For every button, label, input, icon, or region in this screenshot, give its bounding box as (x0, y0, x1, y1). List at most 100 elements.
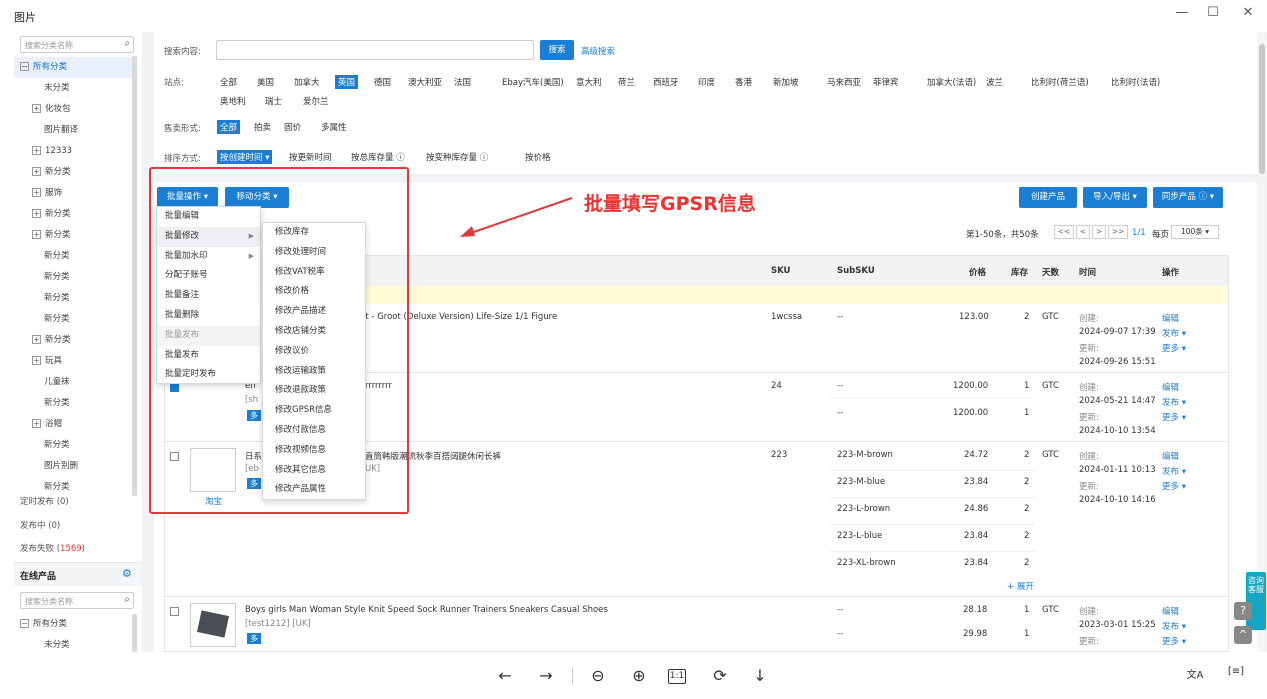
format-option[interactable]: 拍卖 (254, 121, 271, 133)
tree-toggle-icon[interactable]: + (32, 419, 41, 428)
arrow-left-icon[interactable]: ← (494, 666, 516, 685)
import-export-button[interactable]: 导入/导出 ▾ (1083, 187, 1147, 208)
more-dropdown[interactable]: 更多 ▾ (1162, 635, 1186, 647)
product-thumbnail[interactable] (190, 603, 236, 647)
site-option[interactable]: 奥地利 (220, 95, 246, 107)
ocr-icon[interactable]: [≡] (1225, 666, 1247, 677)
category-tree-item[interactable]: + 玩具 (14, 351, 134, 372)
tree-toggle-icon[interactable]: + (32, 230, 41, 239)
category-tree-item[interactable]: 新分类 (14, 435, 134, 456)
tree-toggle-icon[interactable]: + (32, 104, 41, 113)
category-tree-item[interactable]: − 所有分类 (14, 57, 134, 78)
category-tree-item[interactable]: 图片翻译 (14, 120, 134, 141)
edit-link[interactable]: 编辑 (1162, 381, 1179, 393)
scheduled-publish-count[interactable]: 定时发布 (0) (20, 495, 69, 507)
sort-option[interactable]: 按更新时间 (289, 151, 332, 163)
sort-option[interactable]: 按价格 (525, 151, 551, 163)
site-option[interactable]: 印度 (698, 76, 715, 88)
category-tree-item[interactable]: + 浴帽 (14, 414, 134, 435)
category-tree-item[interactable]: − 所有分类 (14, 614, 134, 635)
row-checkbox[interactable] (170, 607, 179, 616)
site-option[interactable]: 法国 (454, 76, 471, 88)
format-option[interactable]: 全部 (217, 120, 241, 134)
site-option[interactable]: 意大利 (576, 76, 602, 88)
category-tree-item[interactable]: + 服饰 (14, 183, 134, 204)
expand-variants-link[interactable]: + 展开 (1007, 580, 1034, 592)
category-search-input[interactable]: 搜索分类名称 ⌕ (20, 36, 134, 53)
gear-icon[interactable]: ⚙ (122, 567, 132, 580)
tree-toggle-icon[interactable]: + (32, 356, 41, 365)
category-tree-item[interactable]: 未分类 (14, 635, 134, 652)
site-option[interactable]: 马来西亚 (827, 76, 861, 88)
sort-option[interactable]: 按变种库存量 ⓘ (426, 151, 488, 163)
category-tree-item[interactable]: 新分类 (14, 246, 134, 267)
search-content-input[interactable] (216, 40, 534, 60)
category-tree-item[interactable]: 未分类 (14, 78, 134, 99)
site-option[interactable]: 瑞士 (265, 95, 282, 107)
format-option[interactable]: 多属性 (321, 121, 347, 133)
site-option[interactable]: 菲律宾 (873, 76, 899, 88)
category-tree-item[interactable]: 新分类 (14, 288, 134, 309)
next-page-button[interactable]: > (1092, 225, 1106, 239)
edit-link[interactable]: 编辑 (1162, 312, 1179, 324)
advanced-search-link[interactable]: 高级搜索 (581, 45, 615, 57)
category-tree-item[interactable]: + 新分类 (14, 330, 134, 351)
tree-toggle-icon[interactable]: − (20, 619, 29, 628)
consult-service-widget[interactable]: 咨询客服 (1246, 572, 1266, 630)
site-option[interactable]: 全部 (220, 76, 237, 88)
category-tree-item[interactable]: 新分类 (14, 393, 134, 414)
zoom-in-icon[interactable]: ⊕ (628, 666, 650, 685)
site-option[interactable]: 香港 (735, 76, 752, 88)
sort-option[interactable]: 按总库存量 ⓘ (351, 151, 405, 163)
prev-page-button[interactable]: < (1076, 225, 1090, 239)
category-tree-item[interactable]: + 新分类 (14, 204, 134, 225)
publish-dropdown[interactable]: 发布 ▾ (1162, 620, 1186, 632)
site-option[interactable]: 加拿大(法语) (927, 76, 976, 88)
site-option[interactable]: 美国 (257, 76, 274, 88)
site-option[interactable]: 西班牙 (653, 76, 679, 88)
site-option[interactable]: 比利时(法语) (1111, 76, 1160, 88)
sidebar-scrollbar[interactable] (132, 56, 137, 496)
sync-products-button[interactable]: 同步产品 ⓘ ▾ (1153, 187, 1223, 208)
per-page-select[interactable]: 100条 ▾ (1171, 225, 1219, 239)
publish-dropdown[interactable]: 发布 ▾ (1162, 327, 1186, 339)
search-icon[interactable]: ⌕ (124, 594, 130, 605)
site-option[interactable]: 比利时(荷兰语) (1031, 76, 1089, 88)
online-sidebar-scrollbar[interactable] (132, 614, 137, 652)
scrollbar-thumb[interactable] (1259, 44, 1265, 174)
sort-by-created[interactable]: 按创建时间 ▾ (217, 150, 273, 164)
publish-dropdown[interactable]: 发布 ▾ (1162, 465, 1186, 477)
site-option[interactable]: Ebay汽车(美国) (502, 76, 564, 88)
site-option[interactable]: 德国 (374, 76, 391, 88)
site-option[interactable]: 澳大利亚 (408, 76, 442, 88)
category-tree-item[interactable]: +12333 (14, 141, 134, 162)
publishing-count[interactable]: 发布中 (0) (20, 519, 60, 531)
category-tree-item[interactable]: + 新分类 (14, 162, 134, 183)
more-dropdown[interactable]: 更多 ▾ (1162, 480, 1186, 492)
back-to-top-icon[interactable]: ^ (1234, 626, 1252, 644)
category-tree-item[interactable]: 图片别删 (14, 456, 134, 477)
search-icon[interactable]: ⌕ (124, 38, 130, 49)
minimize-button[interactable]: — (1172, 5, 1192, 20)
main-scrollbar[interactable] (1257, 32, 1267, 652)
more-dropdown[interactable]: 更多 ▾ (1162, 342, 1186, 354)
format-option[interactable]: 固价 (284, 121, 301, 133)
last-page-button[interactable]: >> (1108, 225, 1128, 239)
search-button[interactable]: 搜索 (540, 40, 574, 60)
publish-failed-count[interactable]: 发布失败 (1569) (20, 542, 85, 554)
rotate-icon[interactable]: ⟳ (709, 666, 731, 685)
tree-toggle-icon[interactable]: + (32, 167, 41, 176)
category-tree-item[interactable]: 儿童袜 (14, 372, 134, 393)
tree-toggle-icon[interactable]: − (20, 62, 29, 71)
download-icon[interactable]: ↓ (749, 666, 771, 685)
tree-toggle-icon[interactable]: + (32, 188, 41, 197)
category-tree-item[interactable]: + 新分类 (14, 225, 134, 246)
create-product-button[interactable]: 创建产品 (1019, 187, 1077, 208)
translate-icon[interactable]: 文A (1184, 666, 1206, 681)
site-option[interactable]: 英国 (335, 75, 359, 89)
tree-toggle-icon[interactable]: + (32, 335, 41, 344)
help-icon[interactable]: ? (1234, 602, 1252, 620)
category-tree-item[interactable]: 新分类 (14, 309, 134, 330)
edit-link[interactable]: 编辑 (1162, 450, 1179, 462)
publish-dropdown[interactable]: 发布 ▾ (1162, 396, 1186, 408)
